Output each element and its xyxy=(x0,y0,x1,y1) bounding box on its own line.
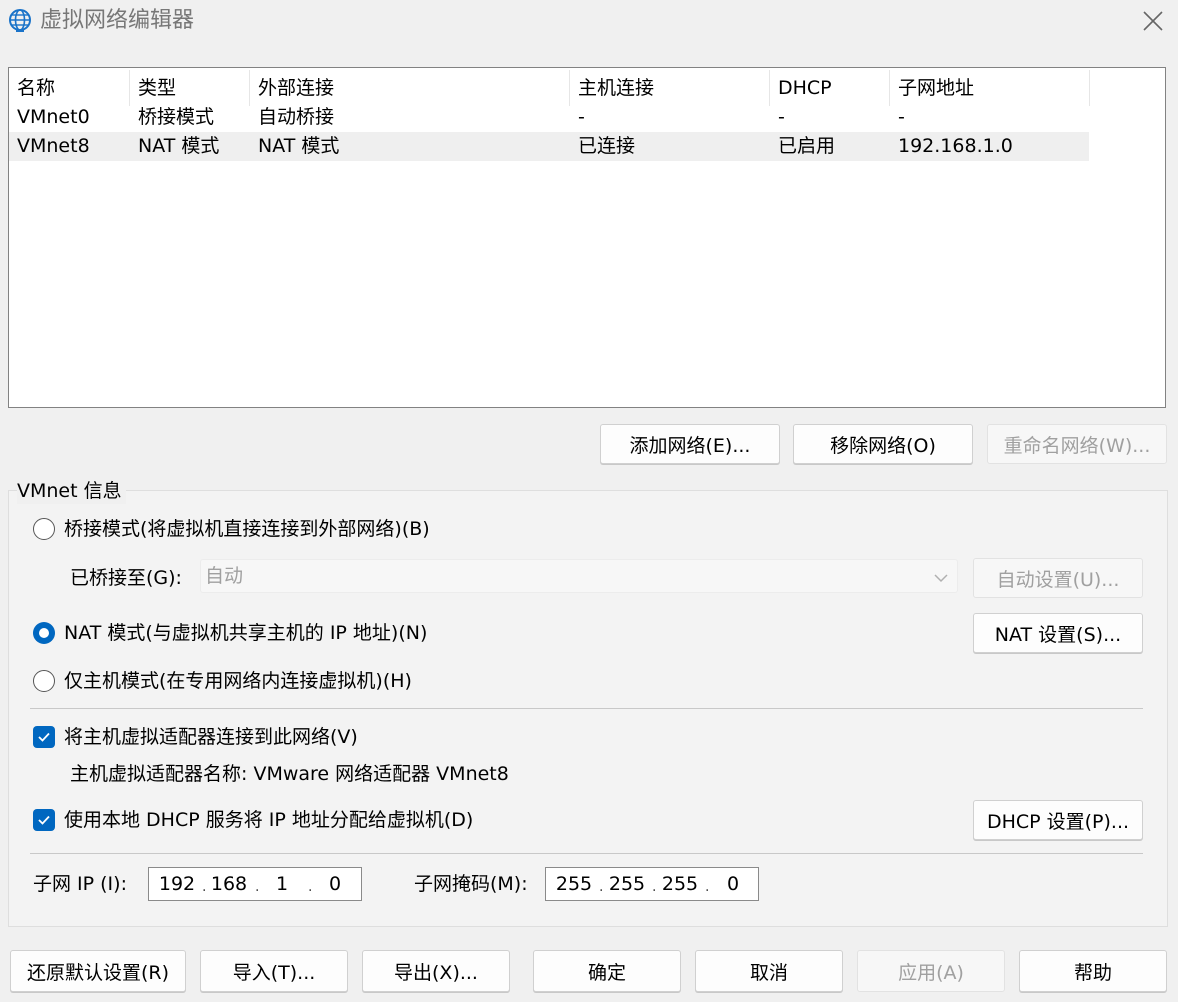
ip-dot: . xyxy=(308,879,313,895)
table-cell: 192.168.1.0 xyxy=(898,135,1013,157)
nat-settings-button[interactable]: NAT 设置(S)... xyxy=(973,613,1143,653)
column-header-name[interactable]: 名称 xyxy=(9,70,130,106)
table-cell: 自动桥接 xyxy=(258,106,335,128)
column-header-dhcp[interactable]: DHCP xyxy=(770,70,890,106)
rename-network-button[interactable]: 重命名网络(W)... xyxy=(987,424,1167,464)
column-header-host[interactable]: 主机连接 xyxy=(570,70,770,106)
window-title: 虚拟网络编辑器 xyxy=(40,8,195,33)
bridge-mode-label[interactable]: 桥接模式(将虚拟机直接连接到外部网络)(B) xyxy=(64,516,430,542)
mask-dot: . xyxy=(705,879,710,895)
dhcp-settings-button[interactable]: DHCP 设置(P)... xyxy=(973,800,1143,840)
globe-icon xyxy=(8,8,32,32)
adapter-name-text: 主机虚拟适配器名称: VMware 网络适配器 VMnet8 xyxy=(70,763,509,785)
table-cell: NAT 模式 xyxy=(138,135,220,157)
ok-button[interactable]: 确定 xyxy=(533,950,681,992)
vmnet-info-label: VMnet 信息 xyxy=(17,478,126,504)
cancel-button[interactable]: 取消 xyxy=(695,950,843,992)
mask-dot: . xyxy=(599,879,604,895)
host-only-radio[interactable] xyxy=(33,670,55,692)
ip-octet[interactable]: 192 xyxy=(157,871,197,897)
nat-mode-label[interactable]: NAT 模式(与虚拟机共享主机的 IP 地址)(N) xyxy=(64,620,427,646)
checkmark-icon xyxy=(38,732,50,742)
divider xyxy=(30,853,1143,854)
chevron-down-icon xyxy=(933,569,949,588)
ip-octet[interactable]: 168 xyxy=(209,871,249,897)
table-cell: NAT 模式 xyxy=(258,135,340,157)
bridged-to-select[interactable]: 自动 xyxy=(200,559,958,593)
checkmark-icon xyxy=(38,815,50,825)
subnet-ip-label: 子网 IP (I): xyxy=(33,873,127,895)
restore-defaults-button[interactable]: 还原默认设置(R) xyxy=(10,950,186,992)
host-only-label[interactable]: 仅主机模式(在专用网络内连接虚拟机)(H) xyxy=(64,668,412,694)
title-bar: 虚拟网络编辑器 xyxy=(0,0,1178,44)
table-cell: VMnet0 xyxy=(17,106,90,128)
add-network-button[interactable]: 添加网络(E)... xyxy=(600,424,780,464)
table-row[interactable]: VMnet0 桥接模式 自动桥接 - - - xyxy=(9,103,1089,132)
column-header-external[interactable]: 外部连接 xyxy=(250,70,570,106)
mask-octet[interactable]: 0 xyxy=(713,871,753,897)
connect-adapter-label[interactable]: 将主机虚拟适配器连接到此网络(V) xyxy=(64,724,358,750)
import-button[interactable]: 导入(T)... xyxy=(200,950,348,992)
connect-adapter-checkbox[interactable] xyxy=(33,726,55,748)
column-header-subnet[interactable]: 子网地址 xyxy=(890,70,1090,106)
table-cell: VMnet8 xyxy=(17,135,90,157)
nat-mode-radio[interactable] xyxy=(33,622,55,644)
close-button[interactable] xyxy=(1136,4,1170,38)
ip-octet[interactable]: 0 xyxy=(315,871,355,897)
mask-octet[interactable]: 255 xyxy=(607,871,647,897)
bridge-mode-radio[interactable] xyxy=(33,518,55,540)
network-list[interactable]: 名称 类型 外部连接 主机连接 DHCP 子网地址 VMnet0 桥接模式 自动… xyxy=(8,67,1166,408)
dhcp-checkbox[interactable] xyxy=(33,809,55,831)
table-cell: - xyxy=(578,106,585,128)
mask-octet[interactable]: 255 xyxy=(554,871,594,897)
bridged-to-value: 自动 xyxy=(205,565,244,587)
dhcp-label[interactable]: 使用本地 DHCP 服务将 IP 地址分配给虚拟机(D) xyxy=(64,807,473,833)
table-cell: 桥接模式 xyxy=(138,106,215,128)
remove-network-button[interactable]: 移除网络(O) xyxy=(793,424,973,464)
table-cell: - xyxy=(898,106,905,128)
ip-dot: . xyxy=(202,879,207,895)
table-cell: 已连接 xyxy=(578,135,636,157)
subnet-mask-label: 子网掩码(M): xyxy=(414,873,528,895)
subnet-mask-input[interactable]: 255 . 255 . 255 . 0 xyxy=(545,867,759,901)
apply-button[interactable]: 应用(A) xyxy=(857,950,1005,992)
export-button[interactable]: 导出(X)... xyxy=(362,950,510,992)
ip-dot: . xyxy=(255,879,260,895)
auto-settings-button[interactable]: 自动设置(U)... xyxy=(973,558,1143,598)
mask-octet[interactable]: 255 xyxy=(660,871,700,897)
ip-octet[interactable]: 1 xyxy=(262,871,302,897)
bridged-to-label: 已桥接至(G): xyxy=(70,567,182,589)
help-button[interactable]: 帮助 xyxy=(1019,950,1167,992)
table-cell: 已启用 xyxy=(778,135,836,157)
subnet-ip-input[interactable]: 192 . 168 . 1 . 0 xyxy=(148,867,362,901)
table-cell: - xyxy=(778,106,785,128)
column-header-type[interactable]: 类型 xyxy=(130,70,250,106)
close-icon xyxy=(1143,11,1163,31)
divider xyxy=(30,708,1143,709)
mask-dot: . xyxy=(652,879,657,895)
table-row[interactable]: VMnet8 NAT 模式 NAT 模式 已连接 已启用 192.168.1.0 xyxy=(9,132,1089,161)
